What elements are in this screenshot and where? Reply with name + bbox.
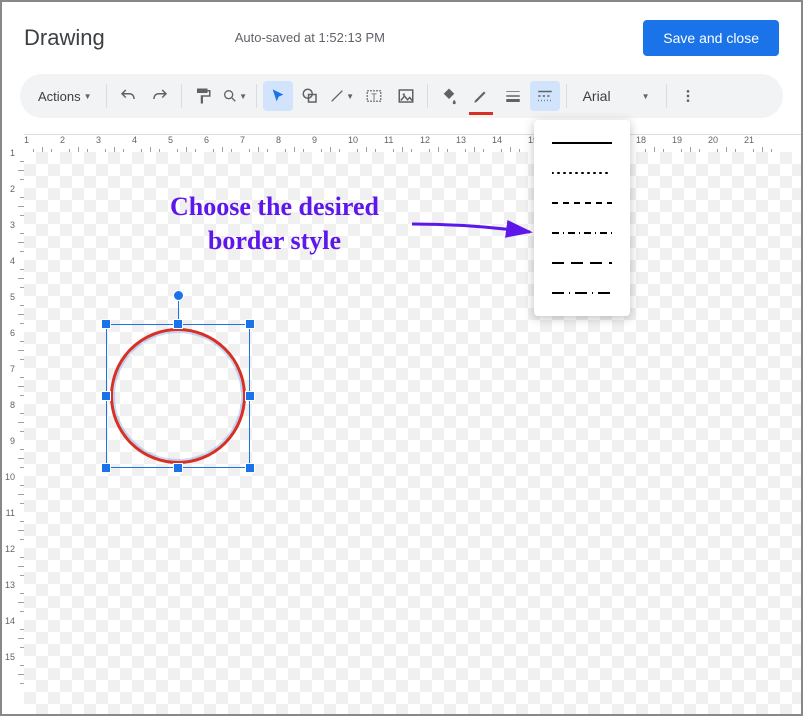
shape-tool[interactable] — [295, 81, 325, 111]
dash-option-dashed-short[interactable] — [534, 188, 630, 218]
border-dash-button[interactable] — [530, 81, 560, 111]
resize-handle-tm[interactable] — [173, 319, 183, 329]
undo-button[interactable] — [113, 81, 143, 111]
select-tool[interactable] — [263, 81, 293, 111]
workspace: 123456789101112131415161718192021 123456… — [2, 134, 801, 714]
caret-down-icon: ▼ — [346, 92, 354, 101]
border-weight-button[interactable] — [498, 81, 528, 111]
drawing-dialog: Drawing Auto-saved at 1:52:13 PM Save an… — [0, 0, 803, 716]
dash-option-dashed-long[interactable] — [534, 248, 630, 278]
image-tool[interactable] — [391, 81, 421, 111]
dash-option-dash-dot[interactable] — [534, 218, 630, 248]
fill-color-button[interactable] — [434, 81, 464, 111]
font-picker[interactable]: Arial ▼ — [573, 88, 660, 104]
textbox-tool[interactable]: T — [359, 81, 389, 111]
resize-handle-bl[interactable] — [101, 463, 111, 473]
horizontal-ruler: 123456789101112131415161718192021 — [24, 134, 801, 153]
caret-down-icon: ▼ — [642, 92, 650, 101]
selection-outline — [106, 324, 250, 468]
border-color-button[interactable] — [466, 81, 496, 111]
resize-handle-bm[interactable] — [173, 463, 183, 473]
autosave-status: Auto-saved at 1:52:13 PM — [235, 30, 385, 45]
svg-text:T: T — [371, 92, 377, 102]
dash-option-long-dash-dot[interactable] — [534, 278, 630, 308]
dash-option-dotted[interactable] — [534, 158, 630, 188]
dash-option-solid[interactable] — [534, 128, 630, 158]
header: Drawing Auto-saved at 1:52:13 PM Save an… — [2, 2, 801, 74]
redo-button[interactable] — [145, 81, 175, 111]
caret-down-icon: ▼ — [84, 92, 92, 101]
resize-handle-ml[interactable] — [101, 391, 111, 401]
resize-handle-tl[interactable] — [101, 319, 111, 329]
resize-handle-mr[interactable] — [245, 391, 255, 401]
vertical-ruler: 123456789101112131415 — [2, 152, 24, 714]
save-and-close-button[interactable]: Save and close — [643, 20, 779, 56]
resize-handle-br[interactable] — [245, 463, 255, 473]
caret-down-icon: ▼ — [239, 92, 247, 101]
paint-format-button[interactable] — [188, 81, 218, 111]
resize-handle-tr[interactable] — [245, 319, 255, 329]
selected-shape[interactable] — [106, 324, 250, 468]
line-tool[interactable]: ▼ — [327, 81, 357, 111]
rotate-handle[interactable] — [173, 290, 184, 301]
dialog-title: Drawing — [24, 25, 105, 51]
border-dash-dropdown — [534, 120, 630, 316]
toolbar: Actions▼ ▼ ▼ T Arial ▼ — [20, 74, 783, 118]
more-options-button[interactable] — [673, 81, 703, 111]
annotation-text: Choose the desired border style — [170, 190, 379, 258]
zoom-button[interactable]: ▼ — [220, 81, 250, 111]
actions-menu[interactable]: Actions▼ — [30, 89, 100, 104]
